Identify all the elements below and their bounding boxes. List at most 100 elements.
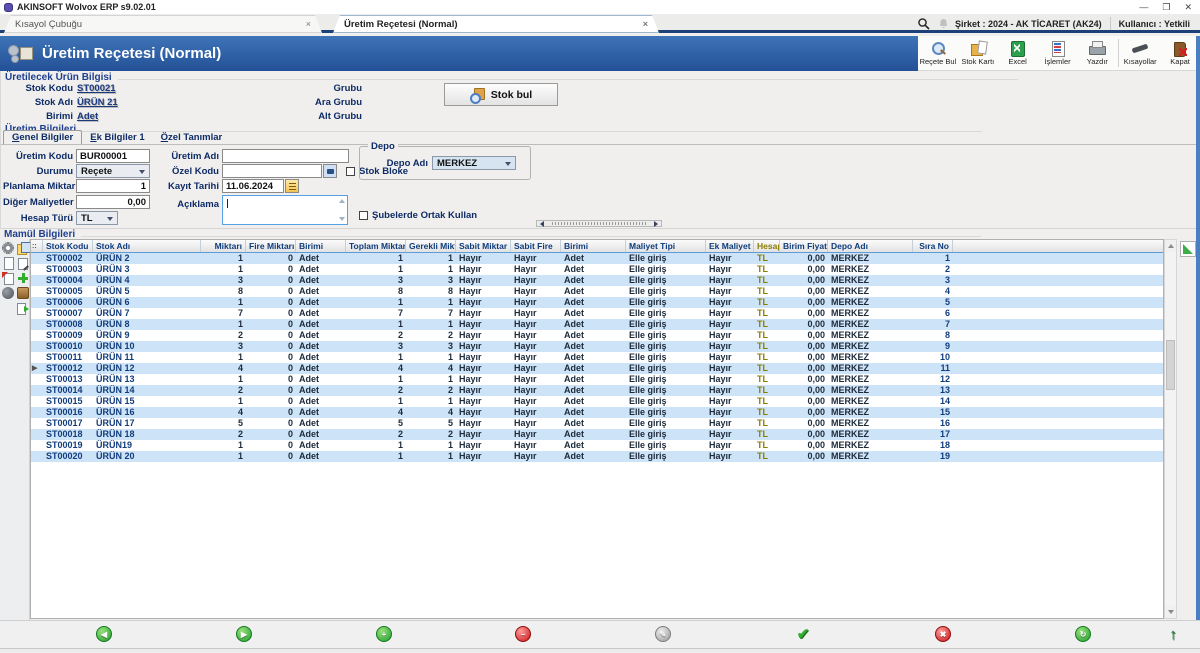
cell: 0,00	[780, 352, 828, 363]
table-row[interactable]: ST00013ÜRÜN 1310Adet11HayırHayırAdetElle…	[31, 374, 1163, 385]
table-row[interactable]: ST00019ÜRÜN1910Adet11HayırHayırAdetElle …	[31, 440, 1163, 451]
scroll-up-arrow[interactable]	[339, 199, 345, 203]
column-header-fire-miktar-[interactable]: Fire Miktarı	[246, 240, 296, 252]
history-icon[interactable]	[2, 287, 14, 299]
kayit-tarihi-input[interactable]	[222, 179, 284, 193]
column-header-depo-ad-[interactable]: Depo Adı	[828, 240, 913, 252]
tab-ek-bilgiler-1[interactable]: Ek Bilgiler 1	[82, 131, 152, 144]
scroll-down-arrow[interactable]	[339, 217, 345, 221]
column-header-birimi[interactable]: Birimi	[296, 240, 346, 252]
vertical-scrollbar[interactable]	[1164, 239, 1177, 619]
new-icon[interactable]	[2, 257, 14, 269]
maximize-button[interactable]: ❒	[1162, 2, 1170, 13]
copy-icon[interactable]	[17, 242, 29, 254]
table-row[interactable]: ST00017ÜRÜN 1750Adet55HayırHayırAdetElle…	[31, 418, 1163, 429]
table-row[interactable]: ST00009ÜRÜN 920Adet22HayırHayırAdetElle …	[31, 330, 1163, 341]
toolbar-recete-bul-button[interactable]: Reçete Bul	[918, 36, 958, 70]
tab-close-icon[interactable]: ×	[298, 19, 311, 29]
ozel-kodu-input[interactable]	[222, 164, 322, 178]
table-row[interactable]: ST00018ÜRÜN 1820Adet22HayırHayırAdetElle…	[31, 429, 1163, 440]
hesap-turu-select[interactable]: TL	[76, 211, 118, 225]
calendar-button[interactable]	[285, 179, 299, 193]
refresh-button[interactable]: ↻	[1075, 626, 1091, 642]
uretim-adi-input[interactable]	[222, 149, 349, 163]
subelerde-label: Şubelerde Ortak Kullan	[372, 210, 477, 221]
scrollbar-up-arrow[interactable]	[1165, 240, 1176, 252]
column-header-hesap[interactable]: Hesap	[754, 240, 780, 252]
insert-button[interactable]: +	[376, 626, 392, 642]
stok-bul-button[interactable]: Stok bul	[444, 83, 558, 106]
cell: 1	[346, 451, 406, 462]
column-header-stok-kodu[interactable]: Stok Kodu	[43, 240, 93, 252]
send-icon[interactable]	[17, 302, 29, 314]
table-row[interactable]: ST00008ÜRÜN 810Adet11HayırHayırAdetElle …	[31, 319, 1163, 330]
table-row[interactable]: ST00010ÜRÜN 1030Adet33HayırHayırAdetElle…	[31, 341, 1163, 352]
prior-button[interactable]: ◀	[96, 626, 112, 642]
ozel-kodu-lookup-button[interactable]	[323, 164, 337, 178]
edit-button[interactable]: ✎	[655, 626, 671, 642]
cancel-button[interactable]: ✖	[935, 626, 951, 642]
birimi-value[interactable]: Adet	[77, 111, 98, 122]
table-row[interactable]: ST00020ÜRÜN 2010Adet11HayırHayırAdetElle…	[31, 451, 1163, 462]
add-icon[interactable]	[17, 272, 29, 284]
column-header-s-ra-no[interactable]: Sıra No	[913, 240, 953, 252]
table-row[interactable]: ST00004ÜRÜN 430Adet33HayırHayırAdetElle …	[31, 275, 1163, 286]
tab--zel-tan-mlar[interactable]: Özel Tanımlar	[153, 131, 231, 144]
stok-adi-value[interactable]: ÜRÜN 21	[77, 97, 118, 108]
edit-icon[interactable]	[17, 257, 29, 269]
panel-splitter[interactable]	[536, 220, 662, 227]
minimize-button[interactable]: —	[1139, 2, 1148, 12]
toolbar-stok-karti-button[interactable]: Stok Kartı	[958, 36, 998, 70]
stok-kodu-value[interactable]: ST00021	[77, 83, 116, 94]
search-icon[interactable]	[917, 17, 930, 30]
table-row[interactable]: ST00016ÜRÜN 1640Adet44HayırHayırAdetElle…	[31, 407, 1163, 418]
grid-maximize-button[interactable]	[1180, 241, 1196, 257]
up-button[interactable]: ↑	[1165, 626, 1181, 642]
cell: Hayır	[511, 418, 561, 429]
column-header-toplam-miktar[interactable]: Toplam Miktar	[346, 240, 406, 252]
scrollbar-thumb[interactable]	[1166, 340, 1175, 390]
delete-button[interactable]: −	[515, 626, 531, 642]
delete-icon[interactable]	[2, 272, 14, 284]
close-button[interactable]: ✕	[1184, 2, 1192, 13]
toolbar-kapat-button[interactable]: Kapat	[1160, 36, 1200, 70]
basket-icon[interactable]	[17, 287, 29, 299]
column-header-birim-fiyat-[interactable]: Birim Fiyatı	[780, 240, 828, 252]
table-row[interactable]: ST00003ÜRÜN 310Adet11HayırHayırAdetElle …	[31, 264, 1163, 275]
bell-icon[interactable]	[938, 18, 949, 30]
cell: Elle giriş	[626, 297, 706, 308]
gear-icon[interactable]	[2, 242, 14, 254]
scrollbar-down-arrow[interactable]	[1165, 606, 1176, 618]
table-row[interactable]: ST00002ÜRÜN 210Adet11HayırHayırAdetElle …	[31, 253, 1163, 264]
toolbar-yazdir-button[interactable]: Yazdır	[1077, 36, 1117, 70]
post-button[interactable]: ✔	[795, 626, 811, 642]
column-header-ek-maliyet[interactable]: Ek Maliyet	[706, 240, 754, 252]
tab-kisayol-cubugu[interactable]: Kısayol Çubuğu ×	[4, 15, 322, 33]
toolbar-excel-button[interactable]: Excel	[998, 36, 1038, 70]
column-header-birimi[interactable]: Birimi	[561, 240, 626, 252]
splitter-right-arrow[interactable]	[654, 221, 658, 227]
tab-uretim-recetesi[interactable]: Üretim Reçetesi (Normal) ×	[333, 15, 659, 33]
subelerde-ortak-kullan-checkbox[interactable]: Şubelerde Ortak Kullan	[359, 210, 477, 221]
column-header-miktar-[interactable]: Miktarı	[201, 240, 246, 252]
aciklama-textarea[interactable]	[222, 195, 348, 225]
table-row[interactable]: ST00014ÜRÜN 1420Adet22HayırHayırAdetElle…	[31, 385, 1163, 396]
tab-genel-bilgiler[interactable]: Genel Bilgiler	[3, 130, 82, 144]
depo-adi-select[interactable]: MERKEZ	[432, 156, 516, 170]
toolbar-kisayollar-button[interactable]: Kısayollar	[1120, 36, 1160, 70]
column-header-maliyet-tipi[interactable]: Maliyet Tipi	[626, 240, 706, 252]
column-header-gerekli-miktar[interactable]: Gerekli Miktar	[406, 240, 456, 252]
toolbar-islemler-button[interactable]: İşlemler	[1038, 36, 1078, 70]
next-button[interactable]: ▶	[236, 626, 252, 642]
column-header-sabit-miktar[interactable]: Sabit Miktar	[456, 240, 511, 252]
table-row[interactable]: ST00005ÜRÜN 580Adet88HayırHayırAdetElle …	[31, 286, 1163, 297]
table-row[interactable]: ST00011ÜRÜN 1110Adet11HayırHayırAdetElle…	[31, 352, 1163, 363]
splitter-left-arrow[interactable]	[540, 221, 544, 227]
table-row[interactable]: ▶ST00012ÜRÜN 1240Adet44HayırHayırAdetEll…	[31, 363, 1163, 374]
table-row[interactable]: ST00015ÜRÜN 1510Adet11HayırHayırAdetElle…	[31, 396, 1163, 407]
tab-close-icon[interactable]: ×	[635, 19, 648, 29]
column-header-sabit-fire[interactable]: Sabit Fire	[511, 240, 561, 252]
table-row[interactable]: ST00007ÜRÜN 770Adet77HayırHayırAdetElle …	[31, 308, 1163, 319]
table-row[interactable]: ST00006ÜRÜN 610Adet11HayırHayırAdetElle …	[31, 297, 1163, 308]
column-header-stok-ad-[interactable]: Stok Adı	[93, 240, 201, 252]
